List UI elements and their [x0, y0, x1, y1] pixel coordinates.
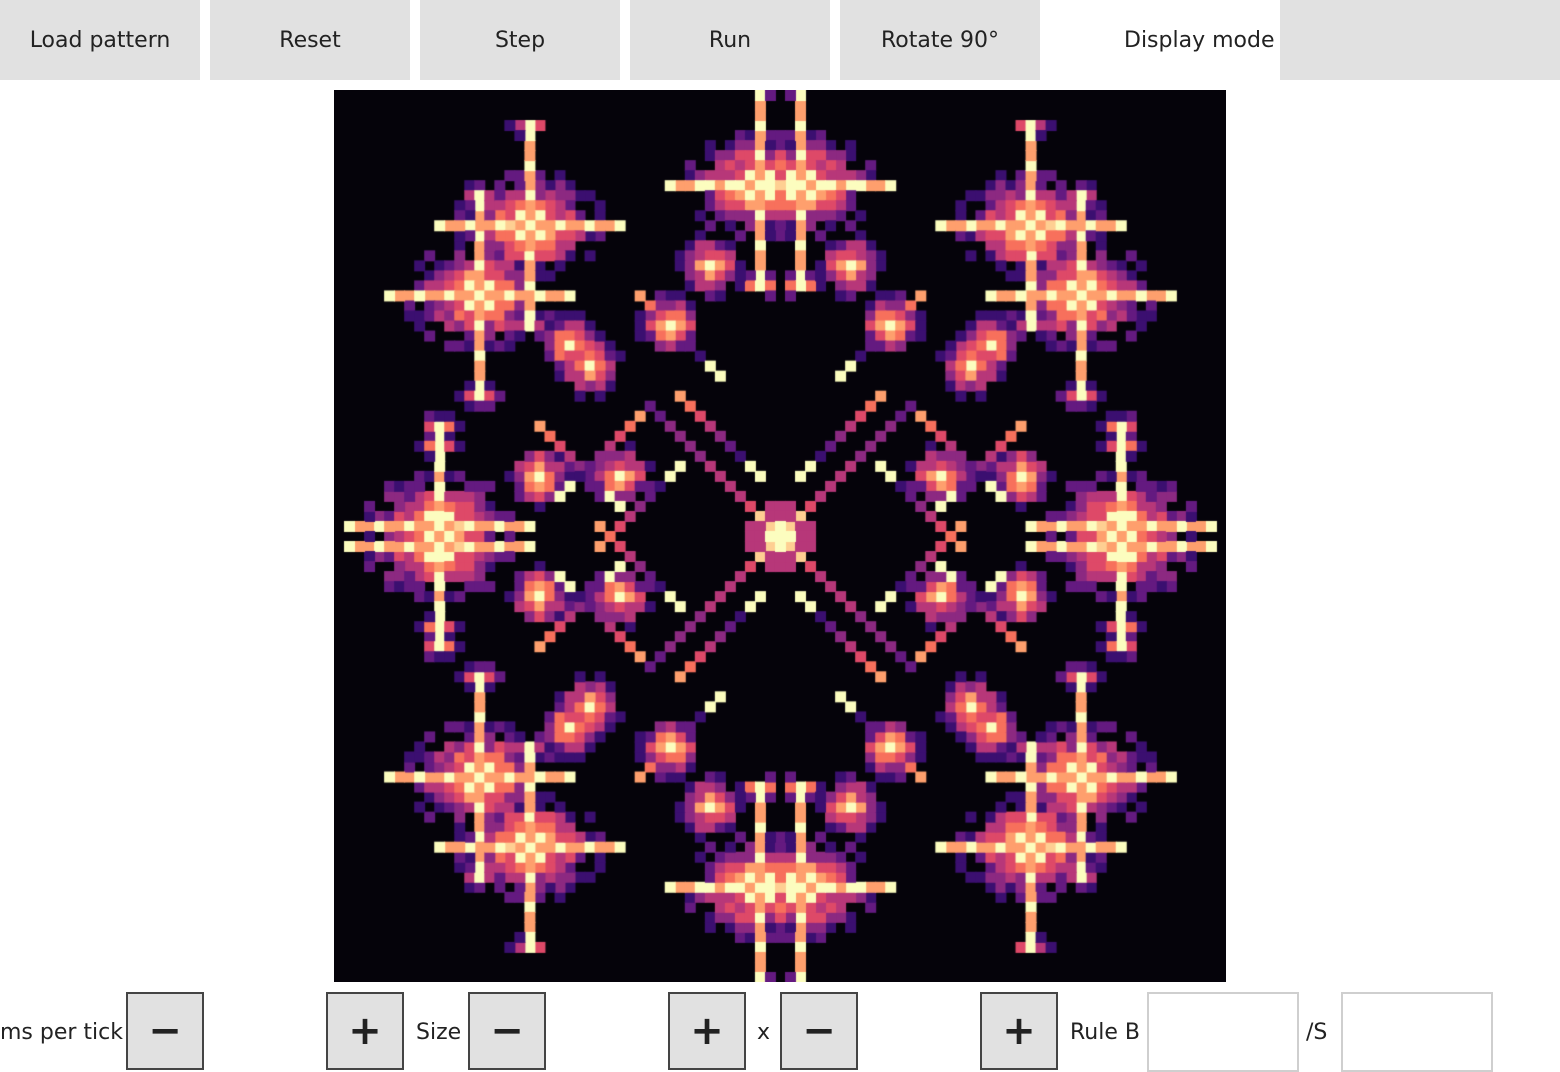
reset-button[interactable]: Reset: [210, 0, 410, 80]
width-decrease-button[interactable]: −: [468, 992, 546, 1070]
cell-board-canvas[interactable]: [334, 90, 1226, 982]
size-separator-label: x: [757, 1019, 771, 1045]
run-button[interactable]: Run: [630, 0, 830, 80]
height-input[interactable]: [860, 992, 978, 1072]
size-label: Size: [416, 1019, 462, 1045]
height-increase-button[interactable]: +: [980, 992, 1058, 1070]
display-mode-select[interactable]: [1280, 0, 1560, 80]
width-increase-button[interactable]: +: [668, 992, 746, 1070]
load-pattern-button[interactable]: Load pattern: [0, 0, 200, 80]
step-button[interactable]: Step: [420, 0, 620, 80]
rule-survival-input[interactable]: [1341, 992, 1493, 1072]
ms-decrease-button[interactable]: −: [126, 992, 204, 1070]
height-decrease-button[interactable]: −: [780, 992, 858, 1070]
rotate-button[interactable]: Rotate 90°: [840, 0, 1040, 80]
ms-per-tick-label: ms per tick: [0, 1019, 123, 1045]
rule-b-label: Rule B: [1070, 1019, 1140, 1045]
ms-increase-button[interactable]: +: [326, 992, 404, 1070]
width-input[interactable]: [548, 992, 666, 1072]
display-mode-label: Display mode: [1124, 27, 1275, 53]
ms-per-tick-input[interactable]: [206, 992, 324, 1072]
rule-s-label: /S: [1306, 1019, 1328, 1045]
toolbar: Load pattern Reset Step Run Rotate 90° D…: [0, 0, 1560, 80]
rule-birth-input[interactable]: [1147, 992, 1299, 1072]
